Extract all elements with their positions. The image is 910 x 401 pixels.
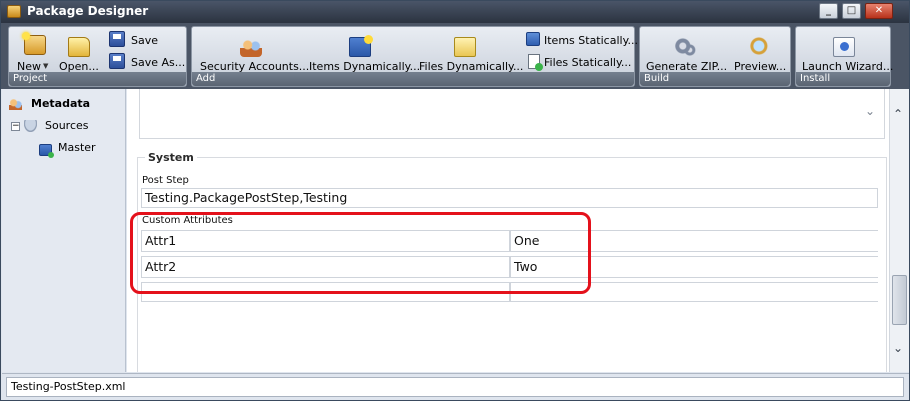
security-accounts-icon	[240, 37, 262, 57]
files-statically-button[interactable]: Files Statically...	[524, 52, 632, 72]
security-accounts-button[interactable]: Security Accounts...	[196, 29, 309, 73]
status-filename: Testing-PostStep.xml	[6, 377, 904, 397]
tree-node-metadata-label: Metadata	[31, 97, 91, 110]
generate-zip-button[interactable]: Generate ZIP...	[644, 29, 727, 73]
scroll-down-icon[interactable]: ⌄	[893, 341, 903, 355]
previous-section-box: ⌄	[139, 89, 885, 139]
sources-collapse-toggle[interactable]: −	[11, 122, 20, 131]
system-section-title: System	[145, 151, 197, 164]
scroll-up-icon[interactable]: ⌃	[893, 107, 903, 121]
chevron-down-icon[interactable]: ⌄	[865, 104, 875, 118]
ribbon-group-project: New ▼ Open... Save Save As... Project	[8, 26, 187, 87]
new-button[interactable]: New ▼	[11, 29, 51, 73]
ribbon-group-install: Launch Wizard... Install	[795, 26, 893, 87]
minimize-button[interactable]: _	[819, 3, 838, 19]
metadata-icon	[9, 98, 22, 110]
items-statically-button[interactable]: Items Statically...	[524, 30, 638, 50]
window-title: Package Designer	[27, 4, 149, 18]
tree-node-sources[interactable]: Sources	[24, 118, 121, 134]
package-properties-panel: ⌄ System Post Step Testing.PackagePostSt…	[127, 89, 889, 372]
files-dynamically-button[interactable]: Files Dynamically...	[416, 29, 523, 73]
preview-button[interactable]: Preview...	[730, 29, 790, 73]
close-button[interactable]: ✕	[865, 3, 893, 19]
save-button-label: Save	[131, 34, 159, 47]
ribbon-group-build: Generate ZIP... Preview... Build	[639, 26, 791, 87]
new-package-icon	[22, 32, 46, 55]
master-database-icon	[39, 144, 54, 158]
vertical-scrollbar[interactable]: ⌃ ⌄	[889, 89, 909, 372]
custom-attributes-label: Custom Attributes	[142, 215, 233, 226]
items-dynamically-button[interactable]: Items Dynamically...	[306, 29, 420, 73]
attribute-value-cell[interactable]	[510, 282, 878, 302]
metadata-tree: Metadata − Sources Master	[2, 89, 126, 372]
tree-node-metadata[interactable]: Metadata	[9, 97, 121, 113]
files-statically-label: Files Statically...	[544, 56, 632, 69]
ribbon-group-add: Security Accounts... Items Dynamically..…	[191, 26, 638, 87]
scrollbar-thumb[interactable]	[892, 275, 907, 325]
post-step-input[interactable]: Testing.PackagePostStep,Testing	[141, 188, 878, 208]
attribute-value-cell[interactable]: One	[510, 230, 878, 252]
attribute-key-cell[interactable]	[141, 282, 510, 302]
database-icon	[24, 120, 37, 132]
package-designer-window: Package Designer _ □ ✕ New ▼ Open... Sav…	[0, 0, 910, 401]
save-icon	[109, 31, 125, 47]
tree-node-master[interactable]: Master	[39, 140, 121, 158]
save-button[interactable]: Save	[107, 30, 185, 50]
files-dynamically-icon	[454, 37, 476, 57]
launch-wizard-button[interactable]: Launch Wizard...	[798, 29, 893, 73]
ribbon: New ▼ Open... Save Save As... Project Se…	[1, 23, 909, 89]
attribute-key-cell[interactable]: Attr2	[141, 256, 510, 278]
tree-node-master-label: Master	[58, 141, 96, 154]
items-statically-icon	[526, 32, 540, 46]
open-folder-icon	[68, 37, 90, 57]
maximize-button[interactable]: □	[842, 3, 861, 19]
attribute-value-cell[interactable]: Two	[510, 256, 878, 278]
package-icon	[7, 5, 21, 18]
tree-node-sources-label: Sources	[45, 119, 89, 132]
files-statically-icon	[528, 54, 543, 71]
ribbon-group-label-project: Project	[9, 72, 186, 86]
preview-icon	[749, 37, 771, 57]
gear-icon	[674, 37, 696, 57]
attribute-key-cell[interactable]: Attr1	[141, 230, 510, 252]
chevron-down-icon: ▼	[43, 62, 49, 70]
save-as-button[interactable]: Save As...	[107, 52, 187, 72]
save-as-button-label: Save As...	[131, 56, 186, 69]
ribbon-group-label-add: Add	[192, 72, 634, 86]
title-bar: Package Designer _ □ ✕	[1, 1, 909, 23]
ribbon-group-label-install: Install	[796, 72, 890, 86]
items-dynamically-icon	[349, 35, 373, 57]
ribbon-group-label-build: Build	[640, 72, 790, 86]
open-button[interactable]: Open...	[55, 29, 101, 73]
launch-wizard-icon	[833, 37, 855, 57]
items-statically-label: Items Statically...	[544, 34, 639, 47]
status-bar: Testing-PostStep.xml	[2, 373, 909, 400]
post-step-label: Post Step	[142, 175, 189, 186]
save-as-icon	[109, 53, 125, 69]
